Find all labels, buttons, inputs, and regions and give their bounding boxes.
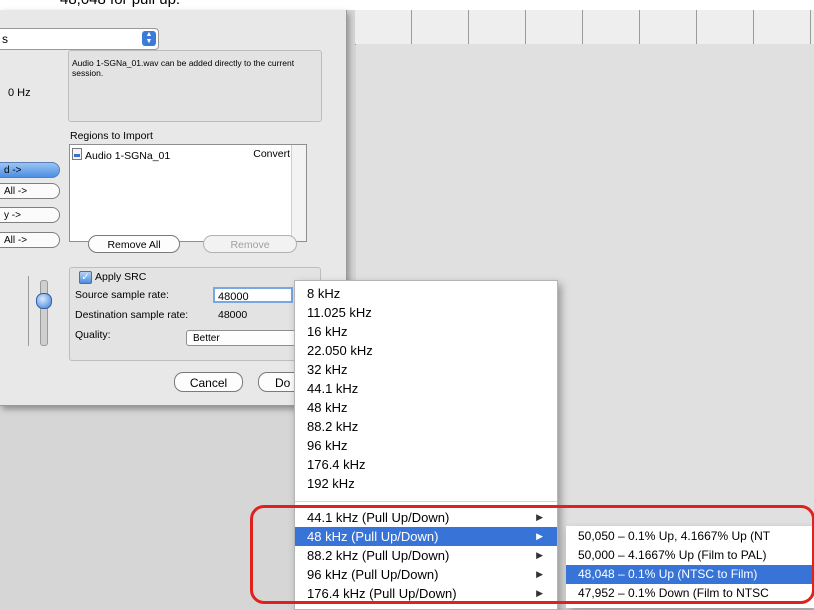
- apply-src-checkbox[interactable]: ✓: [79, 271, 92, 284]
- cancel-button[interactable]: Cancel: [174, 372, 243, 392]
- submenu-item-48048[interactable]: 48,048 – 0.1% Up (NTSC to Film): [566, 565, 814, 584]
- ruler-cell: [583, 10, 640, 44]
- menu-separator: [295, 501, 557, 502]
- apply-src-label: Apply SRC: [95, 271, 147, 283]
- sample-rate-readout: 0 Hz: [8, 87, 31, 99]
- menu-item-label: 88.2 kHz (Pull Up/Down): [307, 548, 450, 563]
- source-popup[interactable]: s ▲ ▼: [0, 28, 159, 50]
- menu-item-88k[interactable]: 88.2 kHz: [295, 417, 557, 436]
- dest-rate-value: 48000: [218, 309, 248, 321]
- ruler-cell: [526, 10, 583, 44]
- region-name: Audio 1-SGNa_01: [85, 150, 171, 162]
- submenu-arrow-icon: ▶: [536, 550, 543, 560]
- submenu-arrow-icon: ▶: [536, 512, 543, 522]
- menu-item-176k[interactable]: 176.4 kHz: [295, 455, 557, 474]
- slider-knob[interactable]: [36, 293, 52, 309]
- pull-up-down-submenu: 50,050 – 0.1% Up, 4.1667% Up (NT 50,000 …: [566, 526, 814, 608]
- menu-item-16k[interactable]: 16 kHz: [295, 322, 557, 341]
- source-popup-value: s: [2, 32, 8, 46]
- menu-item-192k[interactable]: 192 kHz: [295, 474, 557, 493]
- top-caption: 48,048 for pull up.: [0, 0, 814, 10]
- ruler-cell: [697, 10, 754, 44]
- menu-item-48k[interactable]: 48 kHz: [295, 398, 557, 417]
- menu-item-pull-48k[interactable]: 48 kHz (Pull Up/Down) ▶: [295, 527, 557, 546]
- regions-label: Regions to Import: [70, 130, 153, 142]
- list-scrollbar[interactable]: [291, 145, 306, 241]
- sample-rate-menu: 8 kHz 11.025 kHz 16 kHz 22.050 kHz 32 kH…: [294, 280, 558, 610]
- menu-item-96k[interactable]: 96 kHz: [295, 436, 557, 455]
- region-action: Convert: [253, 148, 290, 160]
- add-all-button[interactable]: All ->: [0, 183, 60, 199]
- menu-item-pull-88k[interactable]: 88.2 kHz (Pull Up/Down) ▶: [295, 546, 557, 565]
- ruler-cell: [754, 10, 811, 44]
- menu-item-8k[interactable]: 8 kHz: [295, 284, 557, 303]
- submenu-item-47952[interactable]: 47,952 – 0.1% Down (Film to NTSC: [566, 584, 814, 603]
- menu-item-pull-96k[interactable]: 96 kHz (Pull Up/Down) ▶: [295, 565, 557, 584]
- popup-arrows-icon: ▲ ▼: [142, 31, 156, 46]
- timeline-ruler: [355, 10, 814, 45]
- submenu-item-50050[interactable]: 50,050 – 0.1% Up, 4.1667% Up (NT: [566, 527, 814, 546]
- submenu-arrow-icon: ▶: [536, 588, 543, 598]
- source-rate-field[interactable]: 48000: [213, 287, 293, 303]
- menu-item-pull-44k[interactable]: 44.1 kHz (Pull Up/Down) ▶: [295, 508, 557, 527]
- ruler-cell: [640, 10, 697, 44]
- remove-button[interactable]: Remove: [203, 235, 297, 253]
- quality-select[interactable]: Better: [186, 330, 296, 346]
- quality-label: Quality:: [75, 329, 111, 341]
- copy-button[interactable]: y ->: [0, 207, 60, 223]
- submenu-arrow-icon: ▶: [536, 569, 543, 579]
- regions-list[interactable]: Audio 1-SGNa_01 Convert: [69, 144, 307, 242]
- menu-item-11k[interactable]: 11.025 kHz: [295, 303, 557, 322]
- menu-item-label: 48 kHz (Pull Up/Down): [307, 529, 439, 544]
- ruler-cell: [355, 10, 412, 44]
- info-text: Audio 1-SGNa_01.wav can be added directl…: [72, 58, 295, 78]
- source-rate-label: Source sample rate:: [75, 289, 169, 301]
- copy-all-button[interactable]: All ->: [0, 232, 60, 248]
- dest-rate-label: Destination sample rate:: [75, 309, 189, 321]
- menu-item-pull-176k[interactable]: 176.4 kHz (Pull Up/Down) ▶: [295, 584, 557, 603]
- ruler-cell: [469, 10, 526, 44]
- menu-item-22k[interactable]: 22.050 kHz: [295, 341, 557, 360]
- add-button[interactable]: d ->: [0, 162, 60, 178]
- menu-item-32k[interactable]: 32 kHz: [295, 360, 557, 379]
- submenu-arrow-icon: ▶: [536, 531, 543, 541]
- caption-text: 48,048 for pull up.: [60, 0, 180, 8]
- volume-slider[interactable]: [40, 280, 48, 346]
- submenu-item-50000[interactable]: 50,000 – 4.1667% Up (Film to PAL): [566, 546, 814, 565]
- menu-item-44k[interactable]: 44.1 kHz: [295, 379, 557, 398]
- audio-file-icon: [72, 148, 82, 160]
- menu-item-label: 176.4 kHz (Pull Up/Down): [307, 586, 457, 601]
- menu-item-label: 44.1 kHz (Pull Up/Down): [307, 510, 450, 525]
- menu-item-label: 96 kHz (Pull Up/Down): [307, 567, 439, 582]
- ruler-cell: [412, 10, 469, 44]
- meter-panel: [8, 276, 29, 346]
- remove-all-button[interactable]: Remove All: [88, 235, 180, 253]
- list-item[interactable]: Audio 1-SGNa_01 Convert: [72, 148, 290, 162]
